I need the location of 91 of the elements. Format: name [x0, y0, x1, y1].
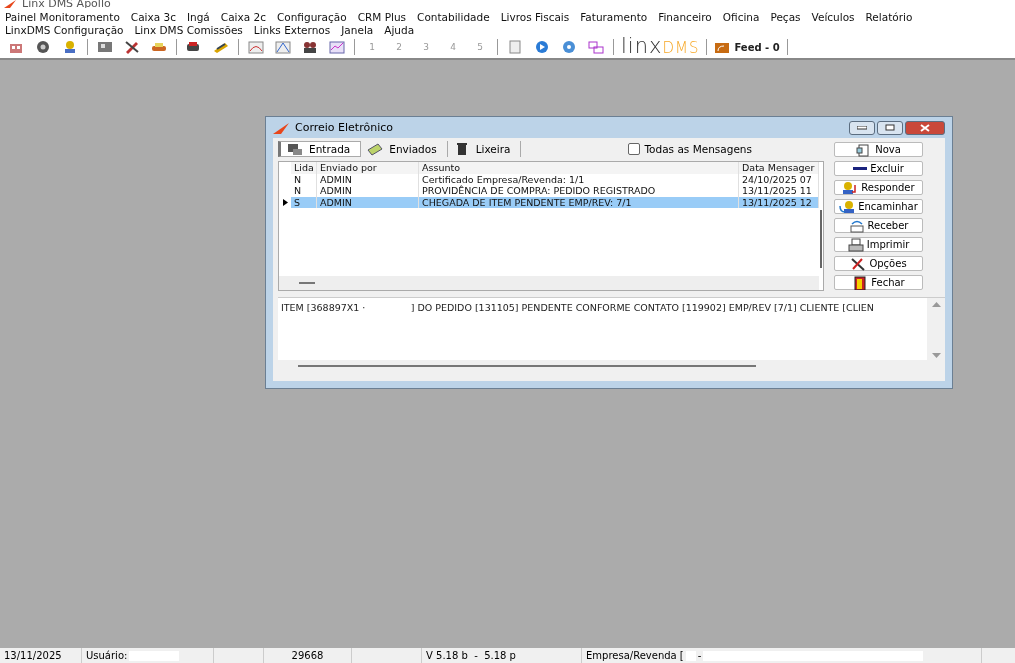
- menu-item[interactable]: Financeiro: [658, 10, 723, 23]
- menu-item[interactable]: Relatório: [865, 10, 924, 23]
- person-arrow-icon: [839, 199, 856, 214]
- scroll-up-icon[interactable]: [931, 302, 941, 307]
- person-icon: [62, 40, 78, 54]
- column-header[interactable]: Assunto: [419, 162, 739, 174]
- tab[interactable]: Enviados: [361, 141, 448, 157]
- menu-item[interactable]: Oficina: [722, 10, 771, 23]
- menu-item[interactable]: Faturamento: [580, 10, 659, 23]
- menu-item[interactable]: Ajuda: [384, 23, 426, 36]
- close-button[interactable]: [905, 120, 945, 135]
- all-messages-checkbox[interactable]: Todas as Mensagens: [628, 143, 752, 155]
- scrollbar-thumb[interactable]: [298, 365, 756, 367]
- scroll-down-icon[interactable]: [931, 353, 941, 358]
- tools-icon: [124, 40, 140, 54]
- status-number: 29668: [291, 650, 324, 661]
- action-button[interactable]: Responder: [834, 180, 923, 195]
- action-button[interactable]: Encaminhar: [834, 199, 923, 214]
- status-company-label: Empresa/Revenda [: [586, 650, 684, 661]
- action-button[interactable]: Opções: [834, 256, 923, 271]
- menu-item[interactable]: LinxDMS Configuração: [5, 23, 135, 36]
- feed-button[interactable]: Feed - 0: [714, 40, 780, 54]
- menu-item[interactable]: Peças: [770, 10, 812, 23]
- wheel-icon: [35, 40, 51, 54]
- tab[interactable]: Lixeira: [447, 141, 522, 157]
- close-icon: [920, 123, 930, 132]
- document-icon: [507, 40, 523, 54]
- status-separator: -: [697, 650, 702, 661]
- rss-icon: [714, 40, 731, 54]
- truck-icon: [186, 40, 202, 54]
- computer-icon: [287, 142, 303, 156]
- table-cell[interactable]: N: [291, 185, 317, 197]
- scrollbar-thumb[interactable]: [820, 210, 822, 268]
- minimize-button[interactable]: [849, 120, 875, 135]
- menu-item[interactable]: Caixa 2c: [220, 10, 277, 23]
- play-icon: [534, 40, 550, 54]
- menu-item[interactable]: Painel Monitoramento: [5, 10, 131, 23]
- toolbar-button[interactable]: [273, 38, 293, 56]
- menu-item[interactable]: Caixa 3c: [130, 10, 187, 23]
- people-icon: [302, 40, 318, 54]
- dialog-title: Correio Eletrônico: [295, 121, 393, 134]
- menu-item[interactable]: Veículos: [811, 10, 866, 23]
- action-button[interactable]: Excluir: [834, 161, 923, 176]
- table-cell[interactable]: ADMIN: [317, 173, 419, 185]
- action-button[interactable]: Fechar: [834, 275, 923, 290]
- tab[interactable]: Entrada: [278, 141, 362, 157]
- column-header[interactable]: Lida: [291, 162, 317, 174]
- menu-item[interactable]: Configuração: [276, 10, 358, 23]
- person-arrow-icon: [842, 180, 859, 195]
- brand-logo: linx DMS: [621, 36, 700, 58]
- printer-icon: [847, 237, 864, 252]
- table-cell[interactable]: 13/11/2025 12: [739, 196, 819, 208]
- status-date: 13/11/2025: [4, 650, 62, 661]
- status-user-label: Usuário:: [86, 650, 128, 661]
- menu-item[interactable]: Contabilidade: [417, 10, 501, 23]
- table-cell[interactable]: ADMIN: [317, 185, 419, 197]
- row-pointer-icon: [282, 198, 288, 206]
- restore-icon: [885, 124, 895, 131]
- table-cell[interactable]: PROVIDÊNCIA DE COMPRA: PEDIDO REGISTRADO: [419, 185, 739, 197]
- toolbar-button[interactable]: [327, 38, 347, 56]
- minimize-icon: [857, 125, 867, 130]
- menu-item[interactable]: Linx DMS Comissões: [134, 23, 254, 36]
- help-icon: [561, 40, 577, 54]
- menu-item[interactable]: Links Externos: [253, 23, 342, 36]
- column-header[interactable]: Enviado por: [317, 162, 419, 174]
- action-button[interactable]: Receber: [834, 218, 923, 233]
- menu-item[interactable]: CRM Plus: [357, 10, 418, 23]
- action-button[interactable]: Imprimir: [834, 237, 923, 252]
- menu-item[interactable]: Janela: [341, 23, 385, 36]
- message-body: ITEM [368897X1 · ] DO PEDIDO [131105] PENDENTE CONFORME CONTATO [119902] EMP/REV [7/1] CLIENTE [CLIEN: [280, 301, 875, 315]
- action-button[interactable]: Nova: [834, 142, 923, 157]
- table-cell[interactable]: Certificado Empresa/Revenda: 1/1: [419, 173, 739, 185]
- menu-item[interactable]: Ingá: [186, 10, 221, 23]
- maximize-button[interactable]: [877, 120, 903, 135]
- tools-icon: [850, 256, 867, 271]
- chart-icon: [329, 40, 345, 54]
- minus-icon: [853, 167, 868, 170]
- windows-icon: [588, 40, 604, 54]
- table-cell[interactable]: S: [291, 196, 317, 208]
- table-cell[interactable]: N: [291, 173, 317, 185]
- door-icon: [852, 275, 869, 290]
- table-cell[interactable]: CHEGADA DE ITEM PENDENTE EMP/REV: 7/1: [419, 196, 739, 208]
- table-cell[interactable]: ADMIN: [317, 196, 419, 208]
- car-icon: [151, 40, 167, 54]
- menu-item[interactable]: Livros Fiscais: [500, 10, 581, 23]
- app-logo-icon: [273, 121, 289, 134]
- column-header[interactable]: Data Mensager: [739, 162, 819, 174]
- chart-icon: [275, 40, 291, 54]
- scrollbar-thumb[interactable]: [299, 282, 315, 284]
- chart-icon: [248, 40, 264, 54]
- status-version: V 5.18 b - 5.18 p: [426, 650, 516, 661]
